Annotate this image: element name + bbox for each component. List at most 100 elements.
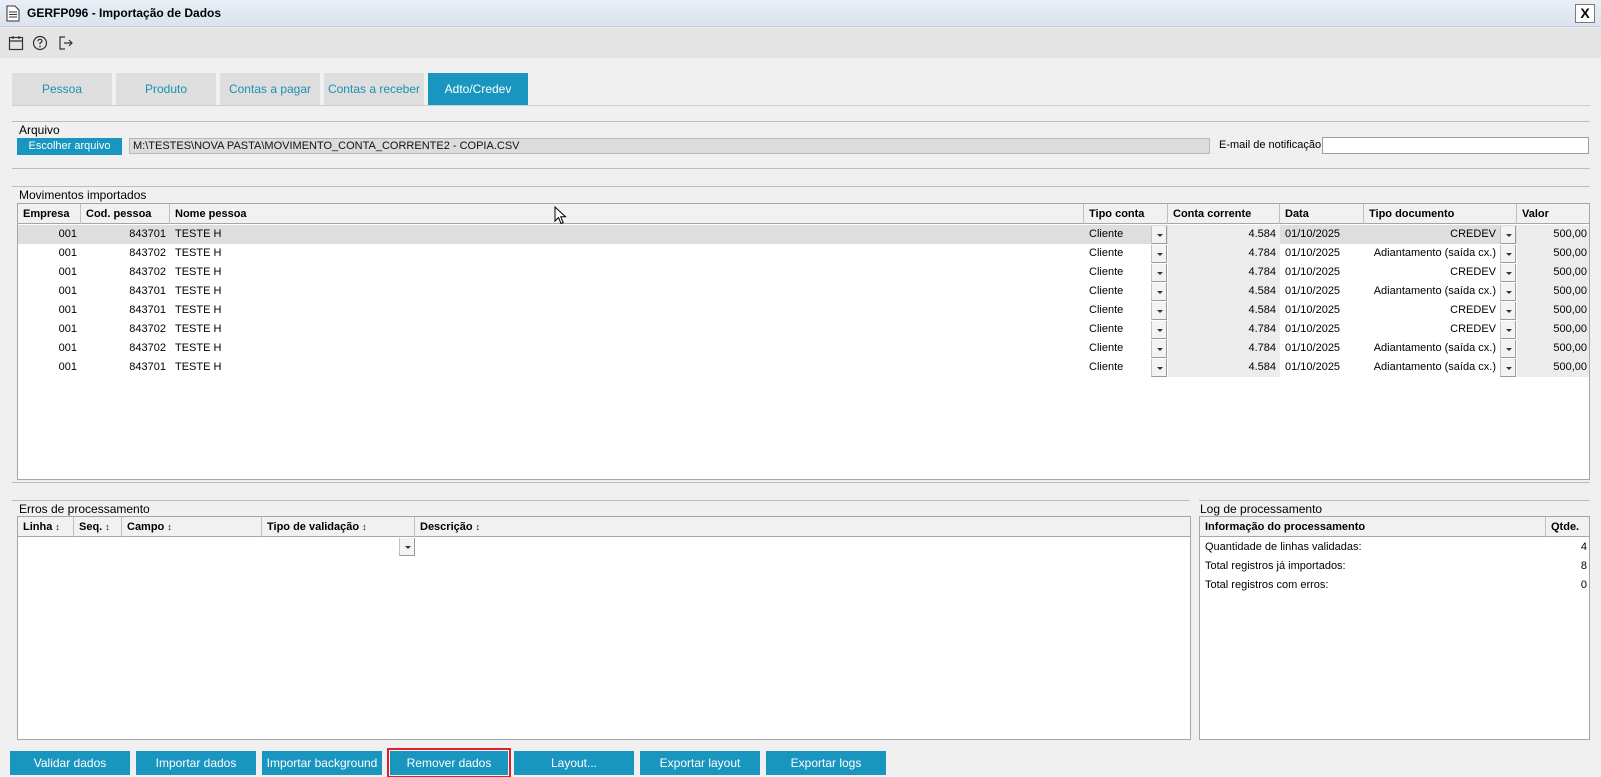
grid-header: Informação do processamento Qtde. bbox=[1200, 517, 1589, 537]
cell-cod-pessoa: 843701 bbox=[129, 304, 166, 316]
chevron-down-icon[interactable] bbox=[1500, 245, 1516, 263]
cell-tipo-documento[interactable]: Adiantamento (saída cx.) bbox=[1364, 282, 1500, 301]
chevron-down-icon[interactable] bbox=[1151, 264, 1167, 282]
cell-tipo-documento[interactable]: CREDEV bbox=[1364, 225, 1500, 244]
close-button[interactable]: X bbox=[1575, 4, 1595, 23]
calendar-icon[interactable] bbox=[8, 35, 24, 51]
cell-tipo-conta[interactable]: Cliente bbox=[1084, 263, 1151, 282]
cell-valor: 500,00 bbox=[1517, 320, 1589, 339]
validation-type-dropdown[interactable] bbox=[399, 538, 415, 556]
chevron-down-icon[interactable] bbox=[1500, 340, 1516, 358]
table-row[interactable]: 001 843701 TESTE H Cliente 4.584 01/10/2025 Ad… bbox=[18, 358, 1589, 377]
log-info: Quantidade de linhas validadas: bbox=[1205, 541, 1362, 553]
sort-icon: ↕ bbox=[475, 522, 481, 532]
col-descricao[interactable]: Descrição ↕ bbox=[415, 517, 1190, 537]
table-row[interactable]: 001 843702 TESTE H Cliente 4.784 01/10/2025 CR… bbox=[18, 320, 1589, 339]
table-row[interactable]: 001 843702 TESTE H Cliente 4.784 01/10/2025 Ad… bbox=[18, 244, 1589, 263]
cell-empresa: 001 bbox=[58, 228, 77, 240]
cell-tipo-documento[interactable]: CREDEV bbox=[1364, 320, 1500, 339]
chevron-down-icon[interactable] bbox=[1151, 321, 1167, 339]
document-icon bbox=[6, 5, 20, 22]
export-layout-button[interactable]: Exportar layout bbox=[640, 751, 760, 775]
col-cod-pessoa[interactable]: Cod. pessoa bbox=[81, 204, 170, 224]
export-logs-button[interactable]: Exportar logs bbox=[766, 751, 886, 775]
chevron-down-icon[interactable] bbox=[1500, 359, 1516, 377]
cell-data: 01/10/2025 bbox=[1285, 361, 1341, 373]
chevron-down-icon[interactable] bbox=[1151, 283, 1167, 301]
grid-header: Linha ↕ Seq. ↕ Campo ↕ Tipo de validação… bbox=[18, 517, 1190, 537]
cell-tipo-conta[interactable]: Cliente bbox=[1084, 244, 1151, 263]
col-valor[interactable]: Valor bbox=[1517, 204, 1589, 224]
col-tipo-conta[interactable]: Tipo conta bbox=[1084, 204, 1168, 224]
cell-cod-pessoa: 843702 bbox=[129, 247, 166, 259]
tab-adto-credev[interactable]: Adto/Credev bbox=[428, 73, 528, 105]
help-icon[interactable] bbox=[32, 35, 48, 51]
cell-nome-pessoa: TESTE H bbox=[175, 304, 222, 316]
cell-tipo-conta[interactable]: Cliente bbox=[1084, 225, 1151, 244]
chevron-down-icon[interactable] bbox=[1500, 264, 1516, 282]
cell-tipo-documento[interactable]: CREDEV bbox=[1364, 301, 1500, 320]
tab-divider bbox=[12, 105, 1590, 106]
import-background-button[interactable]: Importar background bbox=[262, 751, 382, 775]
choose-file-button[interactable]: Escolher arquivo bbox=[17, 138, 122, 155]
log-qtde: 0 bbox=[1580, 579, 1587, 591]
chevron-down-icon[interactable] bbox=[1151, 340, 1167, 358]
chevron-down-icon[interactable] bbox=[1500, 283, 1516, 301]
cell-tipo-conta[interactable]: Cliente bbox=[1084, 358, 1151, 377]
cell-tipo-documento[interactable]: Adiantamento (saída cx.) bbox=[1364, 358, 1500, 377]
chevron-down-icon[interactable] bbox=[1500, 321, 1516, 339]
cell-nome-pessoa: TESTE H bbox=[175, 266, 222, 278]
col-empresa[interactable]: Empresa bbox=[18, 204, 81, 224]
sort-icon: ↕ bbox=[105, 522, 110, 532]
col-campo[interactable]: Campo ↕ bbox=[122, 517, 262, 537]
tab-produto[interactable]: Produto bbox=[116, 73, 216, 105]
sort-icon: ↕ bbox=[167, 522, 172, 532]
cell-tipo-documento[interactable]: Adiantamento (saída cx.) bbox=[1364, 339, 1500, 358]
divider bbox=[12, 168, 1590, 169]
table-row[interactable]: 001 843702 TESTE H Cliente 4.784 01/10/2025 Ad… bbox=[18, 339, 1589, 358]
tab-contas-a-pagar[interactable]: Contas a pagar bbox=[220, 73, 320, 105]
email-field[interactable] bbox=[1322, 137, 1589, 154]
cell-tipo-documento[interactable]: CREDEV bbox=[1364, 263, 1500, 282]
cell-tipo-conta[interactable]: Cliente bbox=[1084, 339, 1151, 358]
cell-valor: 500,00 bbox=[1517, 358, 1589, 377]
chevron-down-icon[interactable] bbox=[1500, 302, 1516, 320]
exit-icon[interactable] bbox=[58, 35, 74, 51]
import-data-button[interactable]: Importar dados bbox=[136, 751, 256, 775]
col-tipo-documento[interactable]: Tipo documento bbox=[1364, 204, 1517, 224]
cell-tipo-conta[interactable]: Cliente bbox=[1084, 301, 1151, 320]
layout-button[interactable]: Layout... bbox=[514, 751, 634, 775]
col-conta-corrente[interactable]: Conta corrente bbox=[1168, 204, 1280, 224]
cell-conta-corrente: 4.784 bbox=[1168, 320, 1280, 339]
col-tipo-validacao[interactable]: Tipo de validação ↕ bbox=[262, 517, 415, 537]
cell-tipo-conta[interactable]: Cliente bbox=[1084, 320, 1151, 339]
tab-pessoa[interactable]: Pessoa bbox=[12, 73, 112, 105]
tab-contas-a-receber[interactable]: Contas a receber bbox=[324, 73, 424, 105]
table-row[interactable]: 001 843701 TESTE H Cliente 4.584 01/10/2025 CR… bbox=[18, 301, 1589, 320]
table-row[interactable]: 001 843701 TESTE H Cliente 4.584 01/10/2025 Ad… bbox=[18, 282, 1589, 301]
col-data[interactable]: Data bbox=[1280, 204, 1364, 224]
chevron-down-icon[interactable] bbox=[1151, 226, 1167, 244]
cell-tipo-conta[interactable]: Cliente bbox=[1084, 282, 1151, 301]
chevron-down-icon[interactable] bbox=[1151, 359, 1167, 377]
chevron-down-icon[interactable] bbox=[1151, 245, 1167, 263]
chevron-down-icon[interactable] bbox=[1151, 302, 1167, 320]
col-qtde[interactable]: Qtde. bbox=[1546, 517, 1589, 537]
cell-data: 01/10/2025 bbox=[1285, 285, 1341, 297]
list-item: Total registros com erros: 0 bbox=[1200, 576, 1589, 595]
chevron-down-icon[interactable] bbox=[1500, 226, 1516, 244]
remove-data-button[interactable]: Remover dados bbox=[387, 748, 511, 777]
table-row[interactable]: 001 843701 TESTE H Cliente 4.584 01/10/2025 CR… bbox=[18, 225, 1589, 244]
validate-data-button[interactable]: Validar dados bbox=[10, 751, 130, 775]
cell-cod-pessoa: 843702 bbox=[129, 342, 166, 354]
col-nome-pessoa[interactable]: Nome pessoa bbox=[170, 204, 1084, 224]
col-seq[interactable]: Seq. ↕ bbox=[74, 517, 122, 537]
grid-header: Empresa Cod. pessoa Nome pessoa Tipo con… bbox=[18, 204, 1589, 224]
cell-cod-pessoa: 843702 bbox=[129, 266, 166, 278]
col-linha[interactable]: Linha ↕ bbox=[18, 517, 74, 537]
table-row[interactable]: 001 843702 TESTE H Cliente 4.784 01/10/2025 CR… bbox=[18, 263, 1589, 282]
log-qtde: 4 bbox=[1580, 541, 1587, 553]
col-informacao[interactable]: Informação do processamento bbox=[1200, 517, 1546, 537]
cell-tipo-documento[interactable]: Adiantamento (saída cx.) bbox=[1364, 244, 1500, 263]
file-path-field: M:\TESTES\NOVA PASTA\MOVIMENTO_CONTA_COR… bbox=[129, 138, 1210, 154]
